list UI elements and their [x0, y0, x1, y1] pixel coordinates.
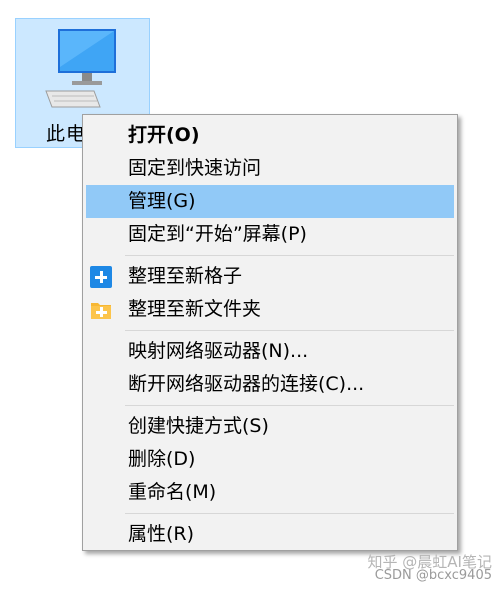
- menu-item-label: 固定到快速访问: [128, 157, 262, 179]
- menu-item-manage[interactable]: 管理(G): [86, 185, 454, 218]
- watermark-line2: CSDN @bcxc9405: [374, 568, 492, 583]
- desktop: 此电 打开(O) 固定到快速访问 管理(G) 固定到“开始”屏幕(P) 整理至新…: [0, 0, 500, 589]
- menu-item-pin-quick-access[interactable]: 固定到快速访问: [86, 152, 454, 185]
- folder-plus-icon: [90, 299, 112, 321]
- menu-item-label: 重命名(M): [128, 481, 217, 503]
- menu-item-new-grid[interactable]: 整理至新格子: [86, 260, 454, 293]
- menu-item-map-drive[interactable]: 映射网络驱动器(N)...: [86, 335, 454, 368]
- menu-item-label: 打开(O): [128, 124, 200, 146]
- menu-item-rename[interactable]: 重命名(M): [86, 476, 454, 509]
- menu-item-label: 删除(D): [128, 448, 196, 470]
- watermark: 知乎 @晨虹AI笔记 CSDN @bcxc9405: [368, 555, 492, 583]
- menu-item-pin-start[interactable]: 固定到“开始”屏幕(P): [86, 218, 454, 251]
- menu-item-label: 整理至新格子: [128, 265, 243, 287]
- menu-item-new-folder[interactable]: 整理至新文件夹: [86, 293, 454, 326]
- menu-separator: [125, 405, 454, 406]
- menu-separator: [125, 255, 454, 256]
- menu-separator: [125, 513, 454, 514]
- desktop-icon-label: 此电: [46, 123, 87, 145]
- blue-plus-icon: [90, 266, 112, 288]
- menu-item-label: 映射网络驱动器(N)...: [128, 340, 309, 362]
- computer-icon: [45, 29, 116, 108]
- menu-item-disconnect-drive[interactable]: 断开网络驱动器的连接(C)...: [86, 368, 454, 401]
- menu-item-label: 固定到“开始”屏幕(P): [128, 223, 307, 245]
- menu-item-label: 创建快捷方式(S): [128, 415, 269, 437]
- watermark-line1: 知乎 @晨虹AI笔记: [367, 553, 492, 571]
- context-menu: 打开(O) 固定到快速访问 管理(G) 固定到“开始”屏幕(P) 整理至新格子 …: [82, 114, 458, 551]
- menu-item-create-shortcut[interactable]: 创建快捷方式(S): [86, 410, 454, 443]
- menu-item-delete[interactable]: 删除(D): [86, 443, 454, 476]
- menu-item-label: 属性(R): [128, 523, 195, 545]
- menu-item-label: 整理至新文件夹: [128, 298, 262, 320]
- menu-item-open[interactable]: 打开(O): [86, 119, 454, 152]
- menu-item-label: 管理(G): [128, 190, 196, 212]
- menu-item-properties[interactable]: 属性(R): [86, 518, 454, 551]
- menu-separator: [125, 330, 454, 331]
- menu-item-label: 断开网络驱动器的连接(C)...: [128, 373, 365, 395]
